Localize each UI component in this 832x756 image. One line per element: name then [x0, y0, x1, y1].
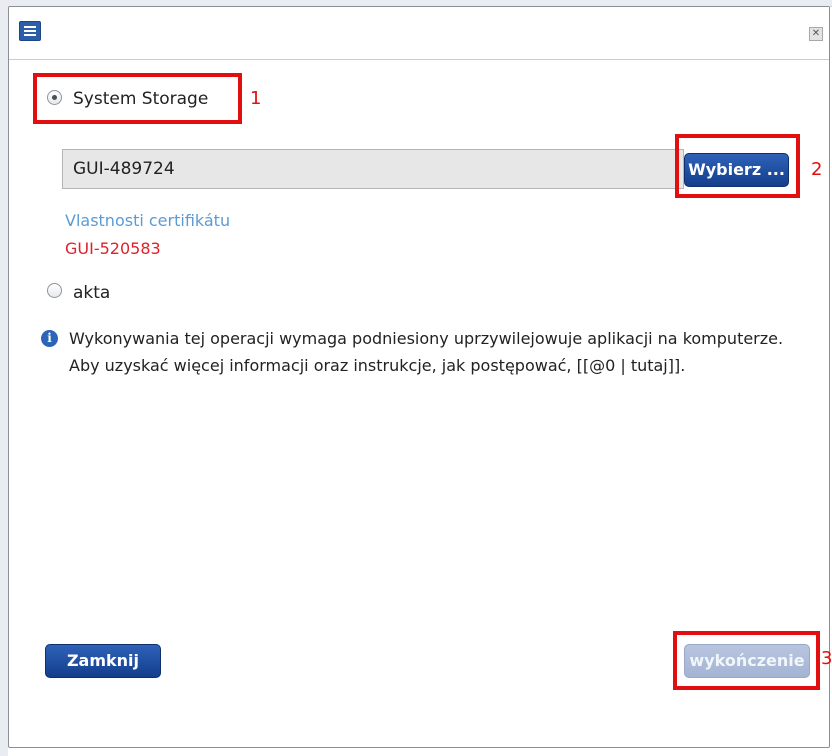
annotation-box-3	[673, 631, 820, 690]
certificate-field[interactable]: GUI-489724	[62, 149, 684, 189]
annotation-box-1	[33, 73, 242, 124]
info-message: Wykonywania tej operacji wymaga podniesi…	[69, 329, 784, 375]
background-window-edge	[0, 6, 8, 756]
certificate-dialog: ✕ System Storage 1 GUI-489724 Wybierz ..…	[8, 6, 832, 748]
annotation-marker-3: 3	[821, 648, 832, 669]
close-button[interactable]: Zamknij	[45, 644, 161, 678]
dialog-titlebar: ✕	[9, 7, 829, 60]
certificate-error-id: GUI-520583	[65, 239, 161, 258]
akta-radio[interactable]	[47, 283, 62, 298]
certificate-properties-link[interactable]: Vlastnosti certifikátu	[65, 211, 230, 230]
info-icon: i	[41, 330, 58, 347]
annotation-marker-2: 2	[811, 159, 823, 180]
close-icon[interactable]: ✕	[809, 27, 823, 41]
annotation-box-2	[675, 134, 800, 198]
dialog-app-icon	[19, 21, 41, 41]
akta-label[interactable]: akta	[73, 283, 110, 303]
annotation-marker-1: 1	[250, 88, 262, 109]
